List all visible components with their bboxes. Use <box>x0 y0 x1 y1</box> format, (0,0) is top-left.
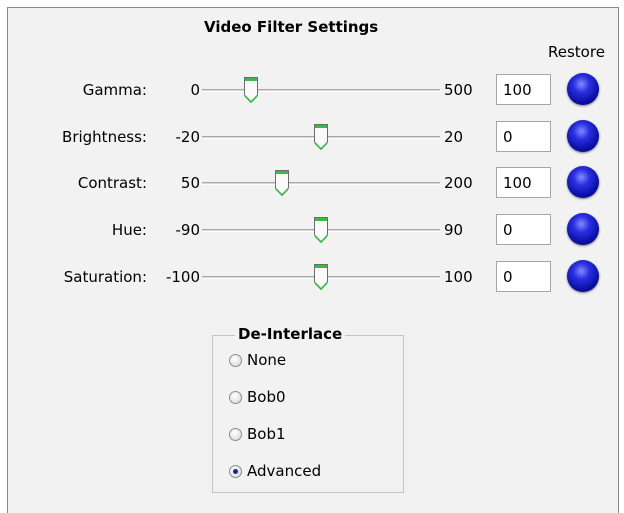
slider-thumb[interactable] <box>313 216 329 244</box>
slider-row-hue: Hue: -90 90 <box>0 211 624 251</box>
radio-label: Bob1 <box>247 425 286 443</box>
slider-max-label: 90 <box>444 221 464 239</box>
radio-button[interactable] <box>229 353 242 367</box>
slider-min-label: 0 <box>190 81 200 99</box>
restore-gamma-button[interactable] <box>567 73 599 105</box>
slider-min-label: -100 <box>165 268 200 286</box>
brightness-value-input[interactable] <box>496 121 551 152</box>
slider-thumb[interactable] <box>313 123 329 151</box>
slider-label: Hue: <box>111 221 147 239</box>
restore-contrast-button[interactable] <box>567 166 599 198</box>
saturation-value-input[interactable] <box>496 261 551 292</box>
deinterlace-group-title: De-Interlace <box>235 325 346 343</box>
panel-title: Video Filter Settings <box>204 18 379 36</box>
slider-label: Gamma: <box>82 81 147 99</box>
slider-track[interactable] <box>202 89 440 92</box>
radio-option-none[interactable]: None <box>229 349 286 371</box>
slider-max-label: 100 <box>444 268 473 286</box>
slider-thumb[interactable] <box>274 169 290 197</box>
hue-value-input[interactable] <box>496 214 551 245</box>
radio-option-bob1[interactable]: Bob1 <box>229 423 286 445</box>
slider-row-saturation: Saturation: -100 100 <box>0 258 624 298</box>
radio-button[interactable] <box>229 464 242 478</box>
radio-label: Advanced <box>247 462 322 480</box>
slider-row-gamma: Gamma: 0 500 <box>0 71 624 111</box>
slider-thumb[interactable] <box>313 263 329 291</box>
slider-min-label: -90 <box>175 221 201 239</box>
slider-min-label: -20 <box>175 128 201 146</box>
radio-label: Bob0 <box>247 388 286 406</box>
slider-max-label: 200 <box>444 174 473 192</box>
radio-button[interactable] <box>229 390 242 404</box>
slider-row-contrast: Contrast: 50 200 <box>0 164 624 204</box>
radio-option-advanced[interactable]: Advanced <box>229 460 321 482</box>
slider-label: Contrast: <box>77 174 147 192</box>
gamma-value-input[interactable] <box>496 74 551 105</box>
restore-saturation-button[interactable] <box>567 260 599 292</box>
slider-label: Saturation: <box>63 268 147 286</box>
slider-row-brightness: Brightness: -20 20 <box>0 118 624 158</box>
deinterlace-group: De-Interlace None Bob0 Bob1 Advanced <box>212 325 404 493</box>
slider-max-label: 20 <box>444 128 464 146</box>
slider-max-label: 500 <box>444 81 473 99</box>
radio-option-bob0[interactable]: Bob0 <box>229 386 286 408</box>
contrast-value-input[interactable] <box>496 167 551 198</box>
slider-track[interactable] <box>202 182 440 185</box>
restore-column-header: Restore <box>548 43 605 61</box>
slider-label: Brightness: <box>62 128 147 146</box>
restore-hue-button[interactable] <box>567 213 599 245</box>
radio-label: None <box>247 351 287 369</box>
slider-thumb[interactable] <box>243 76 259 104</box>
radio-button[interactable] <box>229 427 242 441</box>
restore-brightness-button[interactable] <box>567 120 599 152</box>
slider-min-label: 50 <box>180 174 200 192</box>
